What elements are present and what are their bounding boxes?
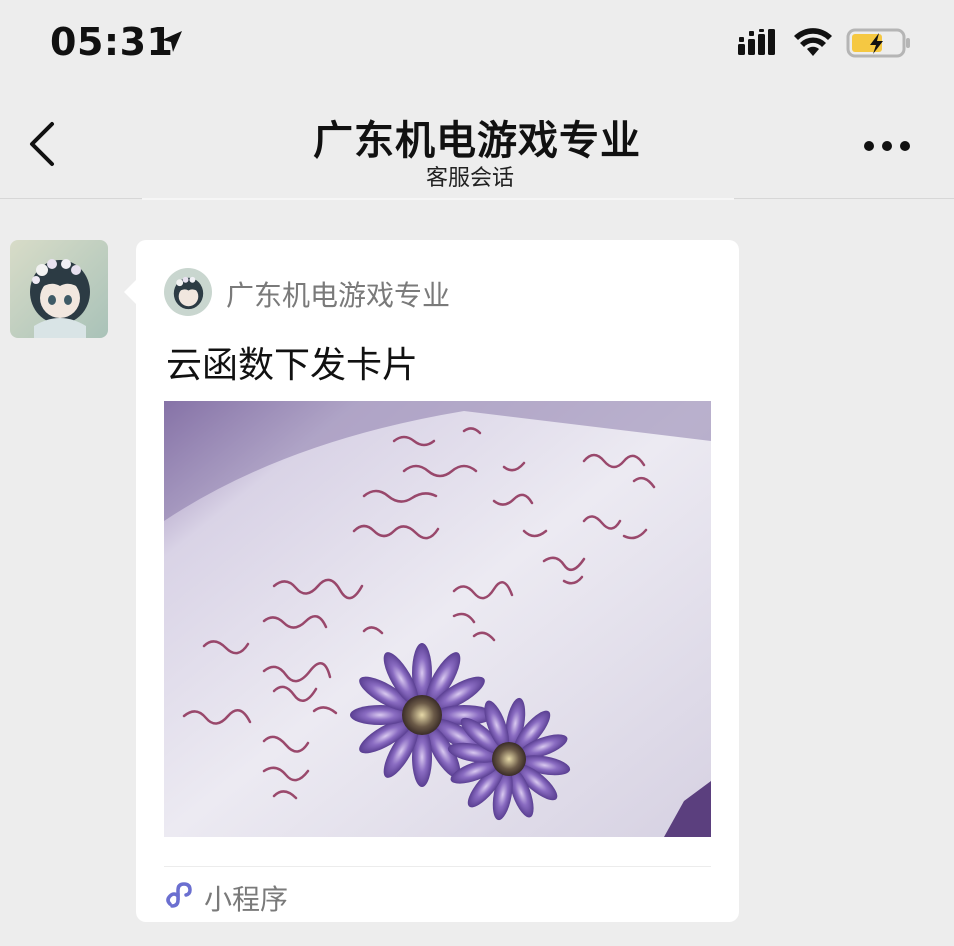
- card-title: 云函数下发卡片: [166, 345, 419, 386]
- status-time: 05:31: [50, 20, 174, 64]
- cellular-signal-icon: [738, 29, 775, 55]
- mini-program-icon: [166, 882, 192, 908]
- sender-avatar[interactable]: [10, 240, 108, 338]
- anime-girl-avatar-image: [10, 240, 108, 338]
- anime-girl-avatar-image: [164, 268, 212, 316]
- card-image: [164, 401, 711, 837]
- bubble-tail: [124, 280, 136, 304]
- card-divider: [164, 866, 711, 867]
- page-title: 广东机电游戏专业: [313, 118, 641, 164]
- card-source-name: 广东机电游戏专业: [226, 279, 451, 312]
- nav-bar: 广东机电游戏专业 客服会话: [0, 88, 954, 199]
- handwritten-notebook-image: [164, 401, 711, 837]
- wifi-icon: [794, 28, 832, 56]
- card-source-avatar: [164, 268, 212, 316]
- battery-charging-icon: [846, 28, 910, 58]
- more-options-button[interactable]: [862, 138, 912, 154]
- mini-program-label: 小程序: [204, 883, 289, 916]
- message-card[interactable]: 广东机电游戏专业 云函数下发卡片 小程序: [124, 240, 739, 922]
- nav-divider: [142, 198, 734, 200]
- location-arrow-icon: [162, 31, 182, 52]
- page-subtitle: 客服会话: [425, 166, 514, 191]
- status-bar: 05:31: [0, 0, 954, 88]
